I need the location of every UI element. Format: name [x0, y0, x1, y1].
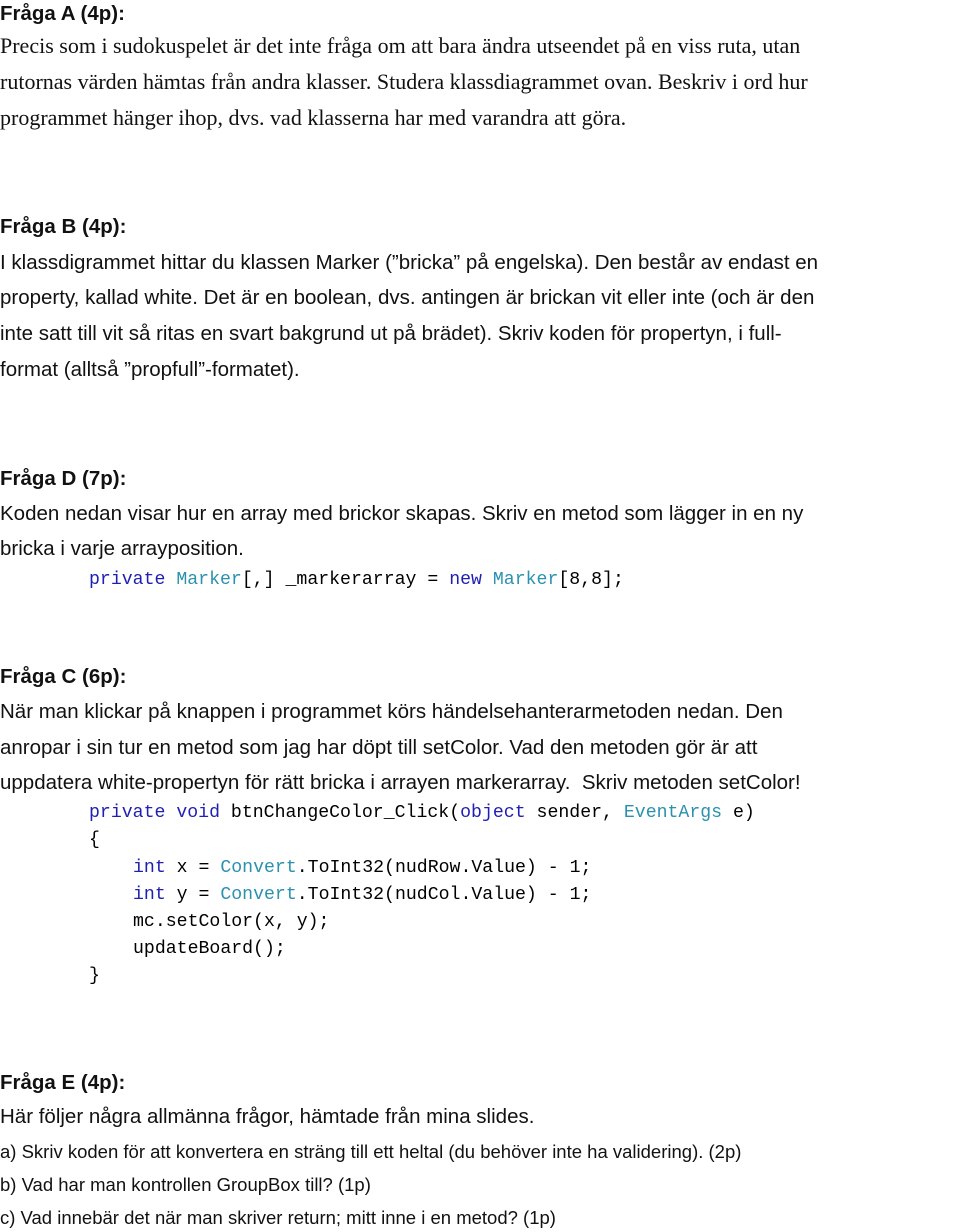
question-c-text-line: uppdatera white-propertyn för rätt brick… [0, 771, 801, 794]
code-type: Marker [176, 570, 242, 590]
code-type: Marker [492, 570, 559, 590]
question-e-item: c) Vad innebär det när man skriver retur… [0, 1207, 556, 1228]
code-keyword: private [89, 570, 166, 590]
code-type: EventArgs [623, 803, 723, 823]
question-b-text-line: I klassdigrammet hittar du klassen Marke… [0, 251, 819, 274]
code-type: Convert [220, 858, 297, 878]
question-c-text-line: anropar i sin tur en metod som jag har d… [0, 736, 758, 759]
question-c-code-line: int x = Convert.ToInt32(nudRow.Value) - … [133, 855, 591, 882]
question-e-item: b) Vad har man kontrollen GroupBox till?… [0, 1174, 371, 1195]
question-c-code-line: mc.setColor(x, y); [133, 912, 330, 932]
code-keyword: private [89, 803, 166, 823]
code-type: Convert [220, 885, 297, 905]
question-b-heading: Fråga B (4p): [0, 215, 127, 238]
code-keyword: void [176, 803, 220, 823]
question-e-heading: Fråga E (4p): [0, 1071, 126, 1094]
question-d-code-line: private Marker[,] _markerarray = new Mar… [89, 567, 624, 594]
code-keyword: int [133, 885, 166, 905]
question-b-text-line: format (alltså ”propfull”-formatet). [0, 358, 300, 381]
question-a-text-line: rutornas värden hämtas från andra klasse… [0, 69, 808, 94]
question-d-text-line: bricka i varje arrayposition. [0, 537, 244, 560]
question-b-text-line: property, kallad white. Det är en boolea… [0, 286, 815, 309]
question-c-code-close-brace: } [89, 966, 100, 986]
question-c-code-line: int y = Convert.ToInt32(nudCol.Value) - … [133, 882, 591, 909]
question-e-item: a) Skriv koden för att konvertera en str… [0, 1141, 742, 1162]
code-text: btnChangeColor_Click( [220, 803, 461, 823]
code-text: e) [722, 803, 755, 823]
question-c-heading: Fråga C (6p): [0, 665, 127, 688]
code-keyword: new [449, 570, 482, 590]
code-text: .ToInt32(nudRow.Value) - 1; [296, 858, 592, 878]
question-c-code-open-brace: { [89, 830, 100, 850]
code-text: [8,8]; [558, 570, 624, 590]
question-b-text-line: inte satt till vit så ritas en svart bak… [0, 322, 782, 345]
question-c-text-line: När man klickar på knappen i programmet … [0, 700, 783, 723]
question-c-code-line: private void btnChangeColor_Click(object… [89, 800, 755, 827]
question-c-code-line: updateBoard(); [133, 939, 286, 959]
code-text: .ToInt32(nudCol.Value) - 1; [296, 885, 592, 905]
code-text: x = [165, 858, 221, 878]
code-text: sender, [525, 803, 624, 823]
question-e-intro: Här följer några allmänna frågor, hämtad… [0, 1105, 535, 1128]
question-a-text-line: programmet hänger ihop, dvs. vad klasser… [0, 105, 627, 130]
code-text: [,] _markerarray = [241, 570, 450, 590]
code-text: y = [165, 885, 221, 905]
question-d-heading: Fråga D (7p): [0, 467, 127, 490]
question-d-text-line: Koden nedan visar hur en array med brick… [0, 502, 804, 525]
code-keyword: object [460, 803, 526, 823]
question-a-heading: Fråga A (4p): [0, 2, 125, 25]
code-keyword: int [133, 858, 166, 878]
question-a-text-line: Precis som i sudokuspelet är det inte fr… [0, 33, 801, 58]
